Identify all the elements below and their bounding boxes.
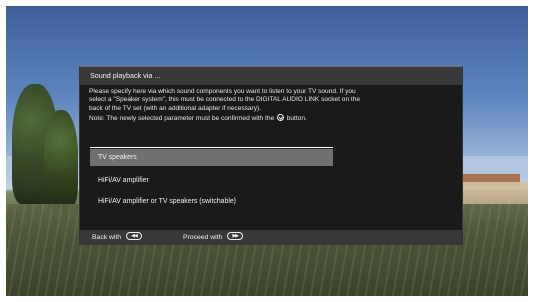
forward-button-icon: ▶▶ [227, 232, 244, 240]
description-line: Please specify here via which sound comp… [89, 88, 356, 95]
back-button[interactable]: Back with ◀◀ [92, 232, 142, 241]
dialog-description: Please specify here via which sound comp… [89, 88, 454, 123]
description-line: back of the TV set (with an additional a… [89, 104, 262, 112]
tv-screen: Sound playback via ... Please specify he… [6, 6, 528, 296]
note-text-before-icon: Note: The newly selected parameter must … [89, 114, 275, 122]
option-label: HiFi/AV amplifier [98, 177, 149, 184]
option-hifi-av-amplifier[interactable]: HiFi/AV amplifier [90, 170, 333, 191]
confirm-button-icon [276, 113, 284, 121]
options-divider [90, 147, 333, 148]
option-hifi-or-tv-switchable[interactable]: HiFi/AV amplifier or TV speakers (switch… [90, 191, 333, 212]
tree-left-secondary [44, 110, 78, 210]
proceed-button[interactable]: Proceed with ▶▶ [183, 232, 244, 241]
dialog-titlebar: Sound playback via ... [80, 67, 462, 85]
option-label: HiFi/AV amplifier or TV speakers (switch… [98, 198, 236, 205]
dialog-footer: Back with ◀◀ Proceed with ▶▶ [80, 230, 462, 245]
note-line: Note: The newly selected parameter must … [89, 113, 454, 123]
description-line: select a "Speaker system", this must be … [89, 96, 361, 104]
option-tv-speakers[interactable]: TV speakers [90, 149, 333, 166]
rewind-button-icon: ◀◀ [125, 232, 142, 240]
dialog-title: Sound playback via ... [90, 71, 161, 80]
sound-playback-dialog: Sound playback via ... Please specify he… [79, 66, 463, 245]
option-label: TV speakers [98, 154, 137, 161]
back-label: Back with [92, 233, 122, 241]
sound-options-list: TV speakers HiFi/AV amplifier HiFi/AV am… [90, 149, 333, 212]
note-text-after-icon: button. [286, 114, 307, 122]
proceed-label: Proceed with [183, 233, 223, 241]
